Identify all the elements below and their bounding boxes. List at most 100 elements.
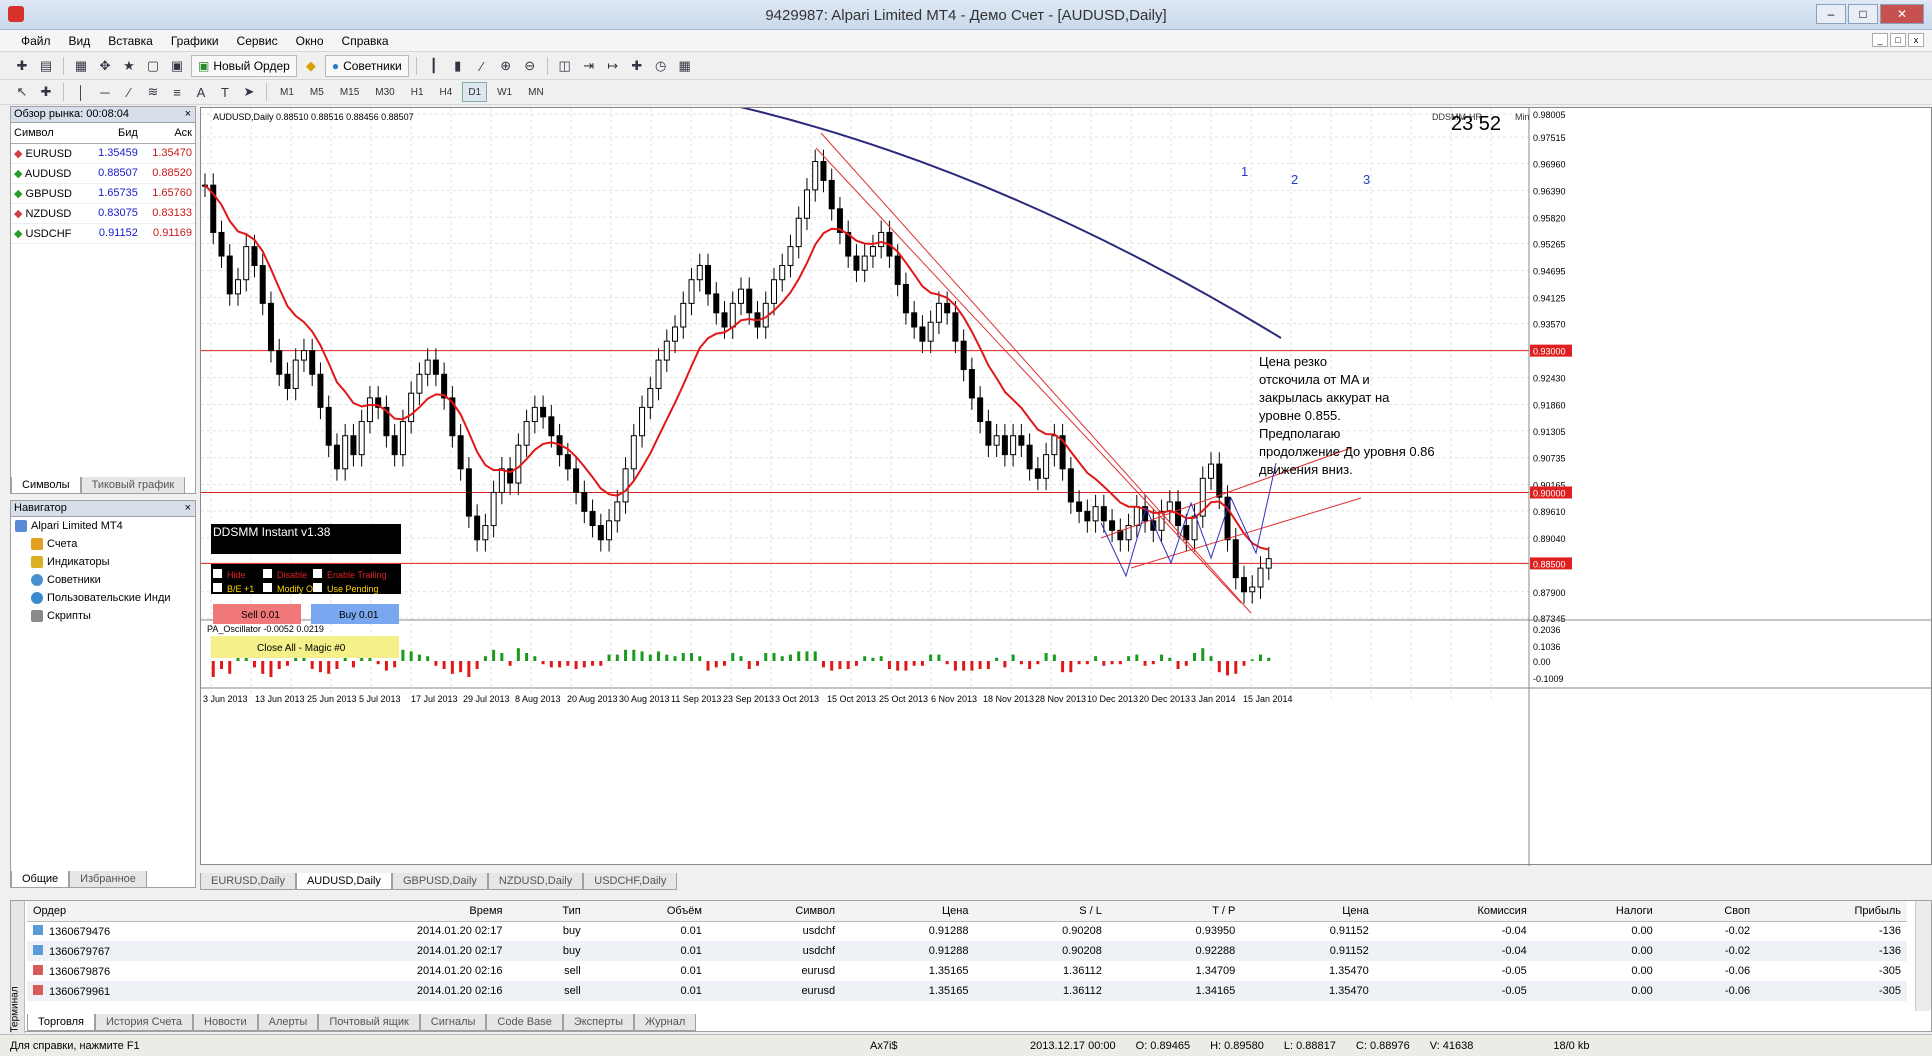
- terminal-col[interactable]: Налоги: [1532, 901, 1659, 922]
- market-watch-row[interactable]: ◆ EURUSD 1.35459 1.35470: [11, 143, 195, 164]
- tf-d1[interactable]: D1: [462, 82, 488, 102]
- arrows-icon[interactable]: ➤: [239, 82, 259, 102]
- option-checkbox[interactable]: [313, 569, 322, 578]
- tab-general[interactable]: Общие: [11, 871, 70, 888]
- tab-symbols[interactable]: Символы: [11, 477, 81, 494]
- nav-scripts[interactable]: Скрипты: [11, 607, 195, 625]
- label-icon[interactable]: T: [215, 82, 235, 102]
- navigator-icon[interactable]: ★: [119, 56, 139, 76]
- metaeditor-icon[interactable]: ◆: [301, 56, 321, 76]
- mdi-minimize-button[interactable]: _: [1872, 33, 1888, 47]
- periods-icon[interactable]: ◷: [651, 56, 671, 76]
- terminal-tab[interactable]: Новости: [193, 1014, 258, 1031]
- trendline[interactable]: [815, 147, 1242, 604]
- trendline-icon[interactable]: ∕: [119, 82, 139, 102]
- tf-h4[interactable]: H4: [434, 82, 459, 102]
- terminal-tab[interactable]: Сигналы: [419, 1014, 487, 1031]
- terminal-tab[interactable]: Code Base: [486, 1014, 563, 1031]
- candlestick-icon[interactable]: ▮: [448, 56, 468, 76]
- chart-tab[interactable]: AUDUSD,Daily: [295, 873, 392, 890]
- option-checkbox[interactable]: [313, 583, 322, 592]
- market-watch-icon[interactable]: ▦: [71, 56, 91, 76]
- chart-tab[interactable]: USDCHF,Daily: [583, 873, 678, 890]
- tf-w1[interactable]: W1: [491, 82, 518, 102]
- nav-root[interactable]: Alpari Limited MT4: [11, 517, 195, 535]
- horizontal-line-icon[interactable]: ─: [95, 82, 115, 102]
- chart-shift-icon[interactable]: ↦: [603, 56, 623, 76]
- navigator-close-icon[interactable]: ×: [185, 501, 191, 516]
- market-watch-close-icon[interactable]: ×: [185, 107, 191, 122]
- terminal-tab[interactable]: Эксперты: [562, 1014, 635, 1031]
- terminal-col[interactable]: Своп: [1658, 901, 1757, 922]
- tf-m30[interactable]: M30: [369, 82, 400, 102]
- menu-file[interactable]: Файл: [12, 34, 60, 48]
- terminal-col[interactable]: T / P: [1107, 901, 1242, 922]
- terminal-tab[interactable]: Алерты: [257, 1014, 319, 1031]
- tf-h1[interactable]: H1: [405, 82, 430, 102]
- market-watch-row[interactable]: ◆ GBPUSD 1.65735 1.65760: [11, 183, 195, 204]
- tf-m15[interactable]: M15: [334, 82, 365, 102]
- chart-window[interactable]: 0.98005 0.97515 0.96960 0.96390 0.95820 0.952…: [200, 105, 1932, 866]
- tester-icon[interactable]: ▣: [167, 56, 187, 76]
- terminal-col[interactable]: Ордер: [27, 901, 257, 922]
- nav-experts[interactable]: Советники: [11, 571, 195, 589]
- market-watch-row[interactable]: ◆ USDCHF 0.91152 0.91169: [11, 223, 195, 244]
- menu-charts[interactable]: Графики: [162, 34, 228, 48]
- mdi-close-button[interactable]: x: [1908, 33, 1924, 47]
- terminal-tab[interactable]: Почтовый ящик: [318, 1014, 420, 1031]
- data-window-icon[interactable]: ✥: [95, 56, 115, 76]
- tab-favorites[interactable]: Избранное: [69, 871, 147, 888]
- terminal-col[interactable]: S / L: [974, 901, 1108, 922]
- indicators-icon[interactable]: ✚: [627, 56, 647, 76]
- terminal-col[interactable]: Символ: [707, 901, 842, 922]
- nav-indicators[interactable]: Индикаторы: [11, 553, 195, 571]
- tf-m1[interactable]: M1: [274, 82, 300, 102]
- terminal-icon[interactable]: ▢: [143, 56, 163, 76]
- terminal-tab[interactable]: Журнал: [634, 1014, 697, 1031]
- bar-chart-icon[interactable]: ┃: [424, 56, 444, 76]
- nav-custom-indicators[interactable]: Пользовательские Инди: [11, 589, 195, 607]
- autoscroll-icon[interactable]: ⇥: [579, 56, 599, 76]
- chart-tab[interactable]: GBPUSD,Daily: [391, 873, 488, 890]
- terminal-col[interactable]: Комиссия: [1374, 901, 1533, 922]
- terminal-tab[interactable]: История Счета: [94, 1014, 194, 1031]
- menu-help[interactable]: Справка: [333, 34, 398, 48]
- cursor-icon[interactable]: ↖: [12, 82, 32, 102]
- option-checkbox[interactable]: [263, 583, 272, 592]
- terminal-col[interactable]: Тип: [508, 901, 587, 922]
- tf-mn[interactable]: MN: [522, 82, 550, 102]
- tab-tick-chart[interactable]: Тиковый график: [80, 477, 186, 494]
- trendline[interactable]: [820, 132, 1252, 614]
- menu-view[interactable]: Вид: [60, 34, 100, 48]
- templates-icon[interactable]: ▦: [675, 56, 695, 76]
- minimize-button[interactable]: –: [1816, 4, 1846, 24]
- crosshair-icon[interactable]: ✚: [36, 82, 56, 102]
- menu-window[interactable]: Окно: [287, 34, 333, 48]
- option-checkbox[interactable]: [213, 569, 222, 578]
- terminal-col[interactable]: Цена: [1241, 901, 1375, 922]
- order-row[interactable]: 1360679961 2014.01.20 02:16 sell 0.01 eurusd…: [27, 981, 1907, 1001]
- line-chart-icon[interactable]: ∕: [472, 56, 492, 76]
- tf-m5[interactable]: M5: [304, 82, 330, 102]
- experts-button[interactable]: ● Советники: [324, 55, 409, 77]
- terminal-tab[interactable]: Торговля: [27, 1014, 95, 1031]
- close-button[interactable]: ✕: [1880, 4, 1924, 24]
- channel-line[interactable]: [1130, 497, 1362, 569]
- chart-tab[interactable]: EURUSD,Daily: [200, 873, 296, 890]
- nav-accounts[interactable]: Счета: [11, 535, 195, 553]
- maximize-button[interactable]: □: [1848, 4, 1878, 24]
- price-chart[interactable]: 0.98005 0.97515 0.96960 0.96390 0.95820 0.952…: [201, 105, 1932, 866]
- order-row[interactable]: 1360679767 2014.01.20 02:17 buy 0.01 usdchf 0…: [27, 941, 1907, 961]
- market-watch-row[interactable]: ◆ NZDUSD 0.83075 0.83133: [11, 203, 195, 224]
- new-order-button[interactable]: ▣ Новый Ордер: [191, 55, 297, 77]
- fibo-icon[interactable]: ≡: [167, 82, 187, 102]
- profiles-icon[interactable]: ▤: [36, 56, 56, 76]
- text-icon[interactable]: A: [191, 82, 211, 102]
- menu-tools[interactable]: Сервис: [228, 34, 287, 48]
- terminal-scrollbar[interactable]: [1915, 901, 1931, 1011]
- option-checkbox[interactable]: [213, 583, 222, 592]
- zoom-in-icon[interactable]: ⊕: [496, 56, 516, 76]
- menu-insert[interactable]: Вставка: [99, 34, 162, 48]
- channel-icon[interactable]: ≋: [143, 82, 163, 102]
- new-chart-icon[interactable]: ✚: [12, 56, 32, 76]
